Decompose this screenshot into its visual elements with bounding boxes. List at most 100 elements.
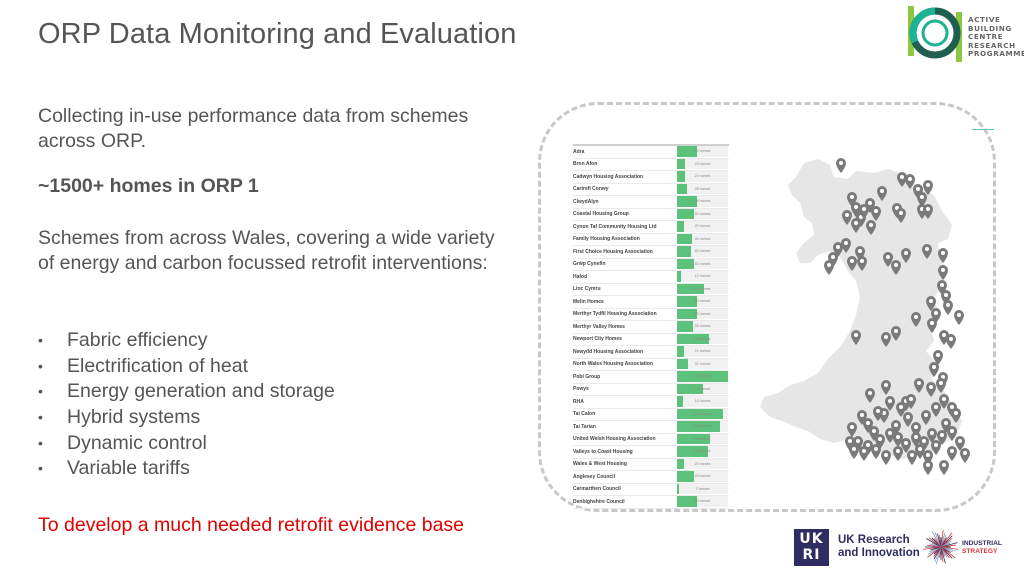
bar-track: 50 homes: [677, 258, 728, 269]
intervention-label: Fabric efficiency: [67, 329, 208, 352]
scheme-name: Carmarthen Council: [573, 486, 621, 493]
bar-track: 60 homes: [677, 296, 728, 307]
homes-label: 23 homes: [694, 161, 711, 166]
bar-track: 20 homes: [677, 458, 728, 469]
intervention-label: Electrification of heat: [67, 354, 249, 377]
map-pin-icon: [824, 260, 834, 275]
ukri-name-line: UK Research: [838, 534, 910, 546]
homes-label: 40 homes: [694, 249, 711, 253]
table-row: Bron Afon 23 homes: [573, 158, 729, 171]
bullet-icon: •: [38, 460, 43, 477]
industrial-strategy-burst-icon: [923, 530, 958, 565]
bar-track: 80 homes: [677, 283, 728, 294]
bar-track: 28 homes: [677, 183, 728, 194]
bar-track: 92 homes: [677, 446, 728, 457]
bullet-icon: •: [38, 409, 43, 426]
map-pin-icon: [939, 460, 949, 475]
scheme-name: Adra: [573, 148, 585, 155]
table-rows: Adra 60 homes Bron Afon 23 homes Cadwyn Hous…: [573, 146, 729, 509]
table-row: Cartrefi Conwy 28 homes: [573, 183, 729, 196]
scheme-name: Cadwyn Housing Association: [573, 173, 644, 180]
bar-track: 49 homes: [677, 471, 728, 482]
table-row: United Welsh Housing Association 97 homes: [573, 433, 729, 446]
bar-track: 58 homes: [677, 196, 728, 207]
bar-track: 135 homes: [677, 408, 728, 419]
content-column: Collecting in-use performance data from …: [38, 104, 518, 536]
abc-word: PROGRAMME: [968, 49, 1024, 59]
table-row: Coastal Housing Group 50 homes: [573, 208, 729, 221]
bar-track: 40 homes: [677, 246, 728, 257]
table-row: Newydd Housing Association 21 homes: [573, 346, 729, 359]
table-row: Tai Tarian 125 homes: [573, 421, 729, 434]
scheme-name: Linc Cymru: [573, 286, 601, 293]
map-pin-icon: [907, 450, 917, 465]
table-row: Melin Homes 60 homes: [573, 296, 729, 309]
homes-label: 24 homes: [694, 174, 711, 178]
bar-track: 75 homes: [677, 383, 728, 394]
table-row: Denbighshire Council 60 homes: [573, 496, 729, 509]
map-pin-icon: [954, 310, 964, 325]
list-item: • Energy generation and storage: [38, 379, 335, 405]
abc-logo-text: ACTIVE BUILDING CENTRE RESEARCH PROGRAMM…: [968, 15, 1024, 59]
scheme-name: Coastal Housing Group: [573, 211, 629, 218]
scheme-name: Valleys to Coast Housing: [573, 448, 633, 455]
table-row: Newport City Homes 95 homes: [573, 333, 729, 346]
intervention-label: Hybrid systems: [67, 406, 201, 429]
bar-track: 7 homes: [677, 483, 728, 494]
scheme-name: Cartrefi Conwy: [573, 186, 609, 193]
map-pin-icon: [960, 448, 970, 463]
homes-label: 20 homes: [694, 461, 711, 466]
interventions-list: • Fabric efficiency • Electrification of h…: [38, 328, 335, 482]
map-pin-icon: [849, 444, 859, 459]
homes-label: 150 homes: [693, 374, 712, 378]
bar-track: 150 homes: [677, 371, 728, 382]
map-pin-icon: [946, 334, 956, 349]
homes-label: 46 homes: [694, 324, 711, 328]
industrial-line: INDUSTRIAL: [962, 540, 1002, 547]
industrial-strategy-text: INDUSTRIAL STRATEGY: [962, 540, 1002, 556]
table-row: Merthyr Valley Homes 46 homes: [573, 321, 729, 334]
table-row: Carmarthen Council 7 homes: [573, 483, 729, 496]
map-pin-icon: [943, 300, 953, 315]
scheme-name: RHA: [573, 398, 584, 405]
homes-count: ~1500+ homes in ORP 1: [38, 175, 259, 197]
bar-track: 21 homes: [677, 346, 728, 357]
scheme-name: Wales & West Housing: [573, 461, 627, 468]
teal-line-artifact: [972, 129, 994, 130]
scheme-name: Bron Afon: [573, 161, 598, 168]
table-row: Hafod 12 homes: [573, 271, 729, 284]
ukri-name-line: and Innovation: [838, 547, 920, 559]
scheme-name: Merthyr Valley Homes: [573, 323, 625, 330]
bar-track: 31 homes: [677, 358, 728, 369]
map-pin-icon: [931, 440, 941, 455]
scheme-name: North Wales Housing Association: [573, 361, 653, 368]
scheme-name: Pobl Group: [573, 373, 601, 380]
strategy-line: STRATEGY: [962, 548, 998, 555]
ukri-name: UK Research and Innovation: [838, 534, 920, 560]
scheme-name: Newport City Homes: [573, 336, 622, 343]
bullet-icon: •: [38, 332, 43, 349]
map-pin-icon: [859, 446, 869, 461]
homes-label: 50 homes: [694, 211, 711, 216]
homes-label: 7 homes: [695, 486, 710, 491]
homes-label: 125 homes: [693, 424, 712, 428]
homes-label: 31 homes: [694, 361, 711, 366]
table-row: First Choice Housing Association 40 homes: [573, 246, 729, 259]
map-pin-icon: [947, 446, 957, 461]
bar-track: 60 homes: [677, 146, 728, 157]
table-row: Linc Cymru 80 homes: [573, 283, 729, 296]
table-row: Wales & West Housing 20 homes: [573, 458, 729, 471]
table-row: Anglesey Council 49 homes: [573, 471, 729, 484]
map-pin-icon: [871, 444, 881, 459]
intro-text: Collecting in-use performance data from …: [38, 105, 469, 152]
scheme-name: Grŵp Cynefin: [573, 261, 606, 268]
ukri-letters: UK RI: [799, 531, 824, 563]
bar-track: 60 homes: [677, 308, 728, 319]
bar-track: 18 homes: [677, 396, 728, 407]
scheme-name: Melin Homes: [573, 298, 604, 305]
scheme-name: Anglesey Council: [573, 473, 615, 480]
bar-track: 50 homes: [677, 208, 728, 219]
bar-track: 46 homes: [677, 321, 728, 332]
scheme-name: Cynon Taf Community Housing Ltd: [573, 223, 657, 230]
table-row: Cadwyn Housing Association 24 homes: [573, 171, 729, 184]
